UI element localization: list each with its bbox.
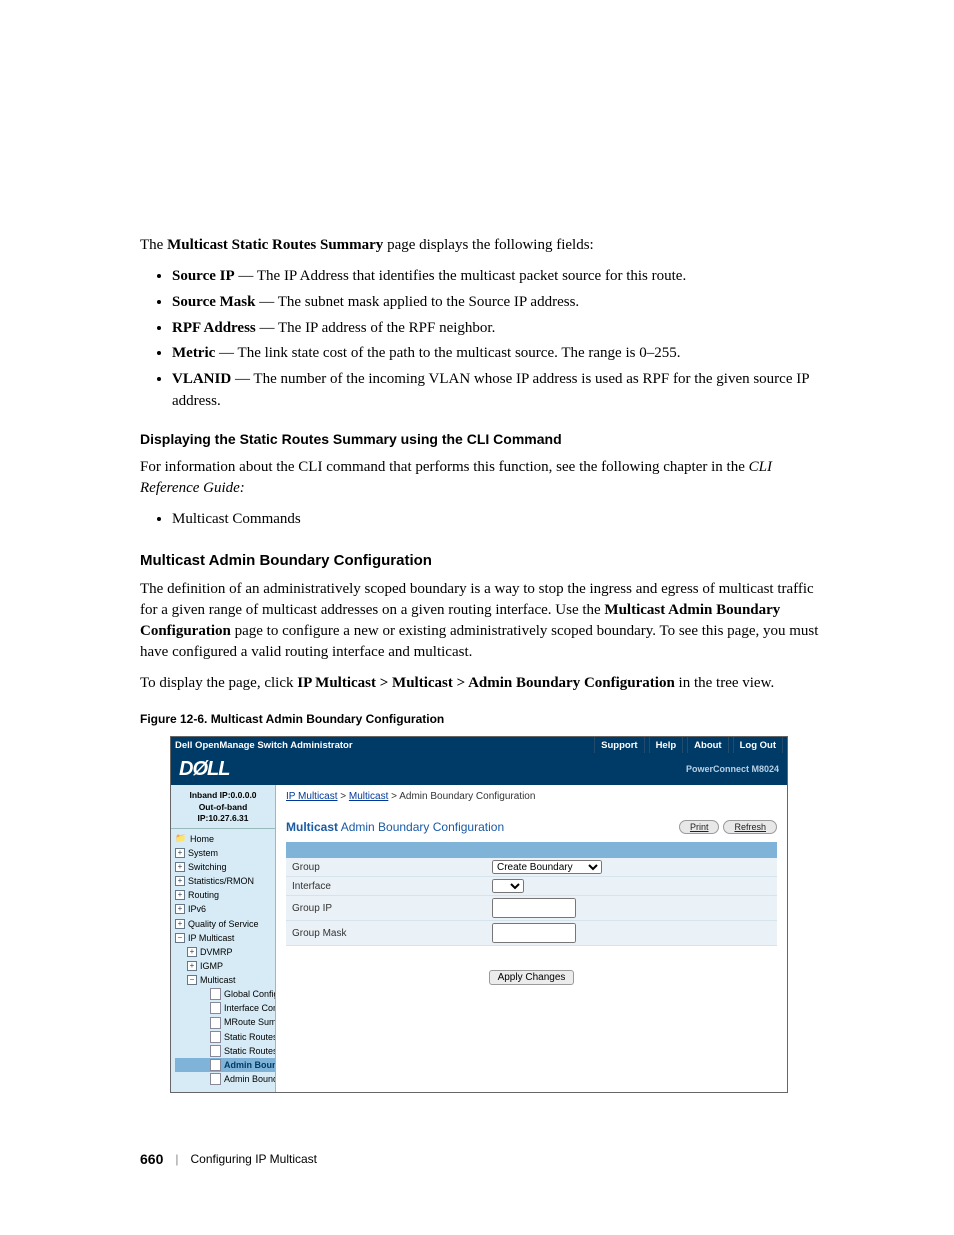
refresh-button[interactable]: Refresh: [723, 820, 777, 834]
about-link[interactable]: About: [687, 737, 728, 753]
ip-box: Inband IP:0.0.0.0 Out-of-band IP:10.27.6…: [171, 787, 275, 828]
label-group-ip: Group IP: [286, 896, 486, 921]
tree-ipmc[interactable]: −IP Multicast: [175, 931, 275, 945]
logout-link[interactable]: Log Out: [733, 737, 783, 753]
label-interface: Interface: [286, 877, 486, 896]
cli-heading: Displaying the Static Routes Summary usi…: [140, 431, 834, 447]
tree-leaf-selected[interactable]: Admin Boundary Co: [175, 1058, 275, 1072]
inband-ip: Inband IP:0.0.0.0: [173, 790, 273, 801]
config-form: Group Create Boundary Interface Group IP…: [286, 858, 777, 946]
expand-icon[interactable]: +: [175, 862, 185, 872]
tree-ipv6[interactable]: +IPv6: [175, 902, 275, 916]
crumb-link[interactable]: Multicast: [349, 791, 388, 802]
doc-icon: [210, 1017, 221, 1029]
tree-routing[interactable]: +Routing: [175, 888, 275, 902]
model-label: PowerConnect M8024: [686, 764, 779, 774]
window-titlebar: Dell OpenManage Switch Administrator Sup…: [171, 737, 787, 753]
doc-icon: [210, 1002, 221, 1014]
page-footer: 660 | Configuring IP Multicast: [140, 1151, 834, 1167]
panel-title: Multicast Admin Boundary Configuration: [286, 820, 504, 834]
main-panel: IP Multicast > Multicast > Admin Boundar…: [276, 785, 787, 1092]
list-item: Metric — The link state cost of the path…: [172, 343, 834, 365]
tree-leaf[interactable]: Static Routes Summa: [175, 1044, 275, 1058]
screenshot-frame: Dell OpenManage Switch Administrator Sup…: [170, 736, 788, 1093]
group-mask-input[interactable]: [492, 923, 576, 943]
page-number: 660: [140, 1151, 163, 1167]
section-p2: To display the page, click IP Multicast …: [140, 673, 834, 694]
tree-leaf[interactable]: Admin Boundary Sum: [175, 1072, 275, 1086]
crumb-current: Admin Boundary Configuration: [399, 791, 535, 802]
folder-icon: 📁: [175, 834, 187, 843]
expand-icon[interactable]: +: [175, 848, 185, 858]
doc-icon: [210, 1059, 221, 1071]
tree-multicast[interactable]: −Multicast: [175, 973, 275, 987]
list-item: Multicast Commands: [172, 509, 834, 531]
list-item: Source IP — The IP Address that identifi…: [172, 266, 834, 288]
doc-icon: [210, 1073, 221, 1085]
tree-switching[interactable]: +Switching: [175, 860, 275, 874]
header-bar: DØLL PowerConnect M8024: [171, 753, 787, 785]
chapter-title: Configuring IP Multicast: [190, 1152, 317, 1166]
tree-leaf[interactable]: MRoute Summary: [175, 1015, 275, 1029]
expand-icon[interactable]: +: [187, 961, 197, 971]
dell-logo: DØLL: [179, 758, 229, 781]
interface-select[interactable]: [492, 879, 524, 893]
crumb-link[interactable]: IP Multicast: [286, 791, 338, 802]
expand-icon[interactable]: +: [175, 890, 185, 900]
breadcrumb: IP Multicast > Multicast > Admin Boundar…: [286, 791, 777, 802]
tree-home[interactable]: 📁Home: [175, 832, 275, 846]
group-select[interactable]: Create Boundary: [492, 860, 602, 874]
nav-tree: 📁Home +System +Switching +Statistics/RMO…: [171, 829, 275, 1087]
tree-stats[interactable]: +Statistics/RMON: [175, 874, 275, 888]
oob-ip: Out-of-band IP:10.27.6.31: [173, 802, 273, 825]
app-title: Dell OpenManage Switch Administrator: [175, 740, 590, 751]
support-link[interactable]: Support: [594, 737, 644, 753]
expand-icon[interactable]: +: [175, 919, 185, 929]
intro-line: The Multicast Static Routes Summary page…: [140, 235, 834, 256]
cli-text: For information about the CLI command th…: [140, 457, 834, 499]
expand-icon[interactable]: +: [175, 904, 185, 914]
tree-leaf[interactable]: Interface Configuration: [175, 1001, 275, 1015]
tree-igmp[interactable]: +IGMP: [175, 959, 275, 973]
apply-changes-button[interactable]: Apply Changes: [489, 970, 575, 985]
label-group: Group: [286, 858, 486, 877]
group-ip-input[interactable]: [492, 898, 576, 918]
list-item: Source Mask — The subnet mask applied to…: [172, 292, 834, 314]
doc-icon: [210, 1045, 221, 1057]
section-heading: Multicast Admin Boundary Configuration: [140, 552, 834, 569]
section-bar: [286, 842, 777, 858]
tree-leaf[interactable]: Static Routes Configu: [175, 1030, 275, 1044]
figure-caption: Figure 12-6. Multicast Admin Boundary Co…: [140, 712, 834, 726]
expand-icon[interactable]: +: [187, 947, 197, 957]
sidebar: Inband IP:0.0.0.0 Out-of-band IP:10.27.6…: [171, 785, 276, 1092]
expand-icon[interactable]: +: [175, 876, 185, 886]
tree-system[interactable]: +System: [175, 846, 275, 860]
help-link[interactable]: Help: [649, 737, 684, 753]
doc-icon: [210, 1031, 221, 1043]
doc-icon: [210, 988, 221, 1000]
print-button[interactable]: Print: [679, 820, 720, 834]
section-p1: The definition of an administratively sc…: [140, 579, 834, 663]
fields-list: Source IP — The IP Address that identifi…: [140, 266, 834, 413]
tree-qos[interactable]: +Quality of Service: [175, 917, 275, 931]
cli-bullets: Multicast Commands: [140, 509, 834, 531]
collapse-icon[interactable]: −: [187, 975, 197, 985]
tree-dvmrp[interactable]: +DVMRP: [175, 945, 275, 959]
list-item: RPF Address — The IP address of the RPF …: [172, 318, 834, 340]
collapse-icon[interactable]: −: [175, 933, 185, 943]
list-item: VLANID — The number of the incoming VLAN…: [172, 369, 834, 413]
tree-leaf[interactable]: Global Configuration: [175, 987, 275, 1001]
label-group-mask: Group Mask: [286, 921, 486, 946]
